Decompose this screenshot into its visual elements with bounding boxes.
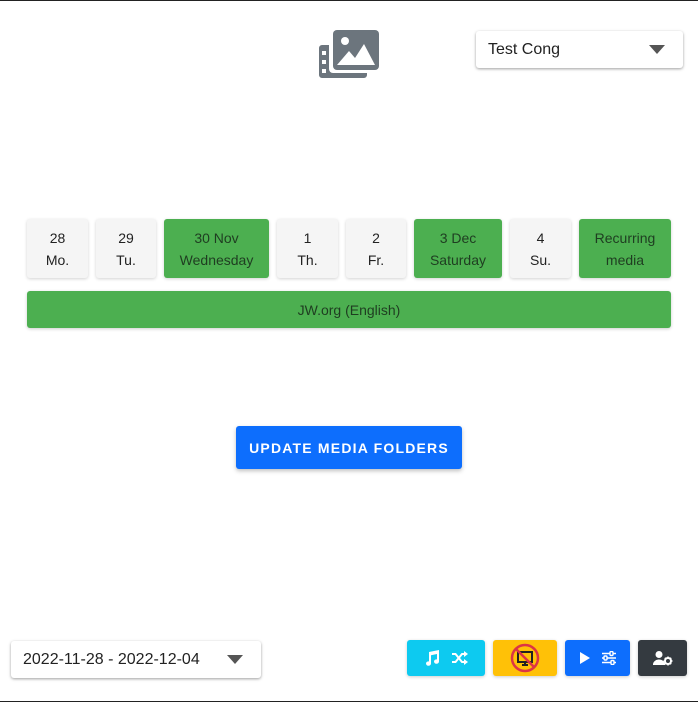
play-icon [579, 651, 591, 665]
day-number: 30 Nov [194, 229, 239, 246]
day-label: Th. [297, 251, 318, 268]
day-number: 3 Dec [439, 229, 477, 246]
music-note-icon [423, 649, 441, 667]
media-source-button[interactable]: JW.org (English) [27, 291, 671, 328]
media-gallery-icon [318, 29, 380, 79]
recurring-label-line2: media [605, 251, 645, 268]
day-number: 1 [303, 229, 312, 246]
congregation-value: Test Cong [488, 40, 561, 58]
day-button-5[interactable]: 3 Dec Saturday [414, 219, 502, 278]
day-button-1[interactable]: 29 Tu. [96, 219, 156, 278]
recurring-media-button[interactable]: Recurring media [579, 219, 671, 278]
day-number: 29 [118, 229, 134, 246]
presentation-mode-button[interactable] [493, 640, 557, 676]
shuffle-icon [451, 650, 469, 666]
day-number: 28 [49, 229, 66, 246]
day-button-2[interactable]: 30 Nov Wednesday [164, 219, 269, 278]
chevron-down-icon [227, 655, 243, 664]
day-button-4[interactable]: 2 Fr. [346, 219, 406, 278]
day-button-3[interactable]: 1 Th. [277, 219, 338, 278]
day-button-0[interactable]: 28 Mo. [27, 219, 88, 278]
day-number: 2 [372, 229, 380, 246]
day-label: Mo. [45, 251, 70, 268]
day-label: Su. [529, 251, 551, 268]
user-settings-button[interactable] [638, 640, 687, 676]
day-label: Wednesday [179, 251, 254, 268]
chevron-down-icon [649, 45, 665, 54]
media-source-label: JW.org (English) [297, 301, 401, 318]
day-button-6[interactable]: 4 Su. [510, 219, 571, 278]
play-settings-button[interactable] [565, 640, 630, 676]
congregation-select[interactable]: Test Cong [476, 31, 683, 68]
sliders-icon [601, 651, 617, 665]
day-number: 4 [536, 229, 545, 246]
day-label: Tu. [116, 251, 136, 268]
no-presentation-icon [510, 643, 540, 673]
day-label: Saturday [429, 251, 487, 268]
week-select[interactable]: 2022-11-28 - 2022-12-04 [11, 641, 261, 678]
update-media-folders-label: UPDATE MEDIA FOLDERS [249, 439, 449, 456]
user-gear-icon [652, 650, 673, 666]
day-label: Fr. [367, 251, 385, 268]
recurring-label-line1: Recurring [594, 229, 656, 246]
music-shuffle-button[interactable] [407, 640, 485, 676]
week-range-value: 2022-11-28 - 2022-12-04 [23, 650, 200, 668]
update-media-folders-button[interactable]: UPDATE MEDIA FOLDERS [236, 426, 462, 469]
